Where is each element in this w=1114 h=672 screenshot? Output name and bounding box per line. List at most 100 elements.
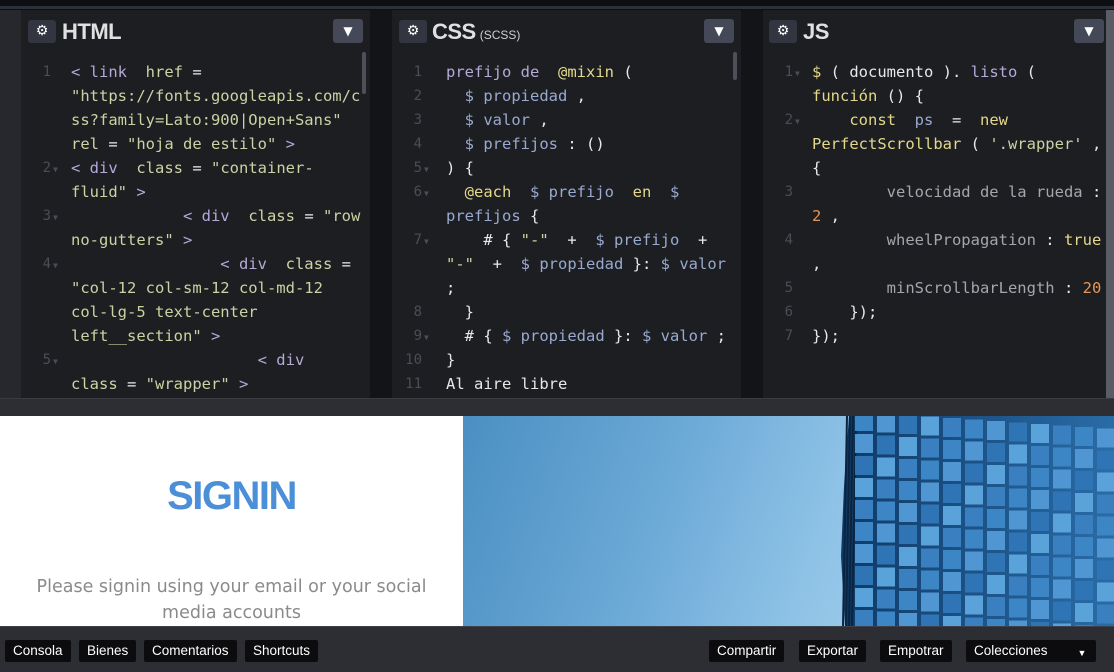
window-pane bbox=[1075, 427, 1093, 446]
code-token: $ bbox=[812, 63, 831, 81]
code-line: 2 , bbox=[812, 204, 840, 228]
chevron-down-icon[interactable]: ▼ bbox=[333, 19, 363, 43]
window-pane bbox=[1009, 488, 1027, 508]
code-token: ( bbox=[830, 63, 850, 81]
collections-dropdown[interactable]: Colecciones ▼ bbox=[966, 640, 1096, 662]
fold-arrow-icon[interactable]: ▼ bbox=[795, 62, 800, 86]
fold-arrow-icon[interactable]: ▼ bbox=[53, 206, 58, 230]
right-scrollbar[interactable] bbox=[1106, 10, 1114, 398]
window-pane bbox=[1009, 554, 1027, 574]
window-pane bbox=[987, 509, 1005, 528]
line-number: 2 bbox=[413, 88, 422, 104]
code-token: class bbox=[71, 375, 127, 393]
window-pane bbox=[1009, 532, 1027, 552]
console-button[interactable]: Consola bbox=[5, 640, 71, 662]
window-pane bbox=[1097, 604, 1114, 624]
code-token: < div bbox=[71, 351, 305, 369]
code-token: minScrollbarLength bbox=[812, 279, 1064, 297]
window-pane bbox=[965, 463, 983, 483]
code-token: "container- bbox=[211, 159, 314, 177]
fold-arrow-icon[interactable]: ▼ bbox=[53, 158, 58, 182]
export-button[interactable]: Exportar bbox=[799, 640, 867, 662]
line-number: 8 bbox=[413, 304, 422, 320]
code-line: PerfectScrollbar ( '.wrapper' , bbox=[812, 132, 1101, 156]
line-number: 3 bbox=[42, 208, 51, 224]
window-pane bbox=[987, 421, 1005, 440]
comments-button[interactable]: Comentarios bbox=[144, 640, 237, 662]
line-number: 6 bbox=[413, 184, 422, 200]
chevron-down-icon[interactable]: ▼ bbox=[704, 19, 734, 43]
chevron-down-icon[interactable]: ▼ bbox=[1074, 19, 1104, 43]
code-line: ) { bbox=[446, 156, 474, 180]
fold-arrow-icon[interactable]: ▼ bbox=[424, 182, 429, 206]
code-token: class bbox=[238, 207, 305, 225]
window-pane bbox=[1097, 516, 1114, 536]
window-pane bbox=[1097, 582, 1114, 602]
window-pane bbox=[855, 416, 873, 431]
gear-icon[interactable]: ⚙ bbox=[399, 20, 427, 43]
code-token: ( bbox=[1026, 63, 1037, 81]
window-pane bbox=[1075, 603, 1093, 622]
code-token: col-lg-5 text-center bbox=[71, 303, 258, 321]
code-token: const bbox=[812, 111, 906, 129]
gear-icon[interactable]: ⚙ bbox=[28, 20, 56, 43]
line-number: 1 bbox=[784, 64, 793, 80]
html-code-editor[interactable]: 1 < link href = "https://fonts.googleapis… bbox=[21, 60, 370, 398]
window-pane bbox=[1053, 557, 1071, 577]
code-token: + bbox=[688, 231, 708, 249]
window-pane bbox=[921, 416, 939, 436]
code-token: : () bbox=[567, 135, 605, 153]
shortcuts-button[interactable]: Shortcuts bbox=[245, 640, 319, 662]
html-panel: ⚙ HTML ▼ 1 < link href = "https://fonts.g… bbox=[21, 10, 370, 398]
code-token: ps bbox=[905, 111, 943, 129]
window-pane bbox=[1031, 468, 1049, 487]
code-token: función bbox=[812, 87, 887, 105]
window-pane bbox=[965, 617, 983, 626]
fold-arrow-icon[interactable]: ▼ bbox=[53, 254, 58, 278]
gear-icon[interactable]: ⚙ bbox=[769, 20, 797, 43]
fold-arrow-icon[interactable]: ▼ bbox=[53, 350, 58, 374]
window-pane bbox=[899, 569, 917, 588]
code-token: , bbox=[539, 111, 549, 129]
window-pane bbox=[1031, 512, 1049, 531]
css-scrollbar[interactable] bbox=[733, 52, 737, 80]
code-line: const ps = new bbox=[812, 108, 1008, 132]
fold-arrow-icon[interactable]: ▼ bbox=[424, 230, 429, 254]
line-number: 5 bbox=[784, 280, 793, 296]
window-pane bbox=[943, 418, 961, 437]
code-token: 2 bbox=[812, 207, 831, 225]
window-pane bbox=[1097, 472, 1114, 492]
share-button[interactable]: Compartir bbox=[709, 640, 785, 662]
window-pane bbox=[943, 462, 961, 481]
collections-label: Colecciones bbox=[974, 643, 1048, 658]
code-token: $ prefijo bbox=[520, 183, 624, 201]
css-code-editor[interactable]: 1 prefijo de @mixin (2 $ propiedad ,3 $ v… bbox=[392, 60, 741, 398]
code-token: ; bbox=[446, 279, 456, 297]
embed-button[interactable]: Empotrar bbox=[880, 640, 952, 662]
code-token: , bbox=[812, 255, 822, 273]
window-pane bbox=[1053, 535, 1071, 555]
fold-arrow-icon[interactable]: ▼ bbox=[424, 326, 429, 350]
code-line: ; bbox=[446, 276, 455, 300]
code-line: minScrollbarLength : 20 bbox=[812, 276, 1102, 300]
code-token: "https://fonts.googleapis.com/c bbox=[71, 87, 361, 105]
code-token: ). bbox=[942, 63, 971, 81]
window-pane bbox=[855, 522, 873, 541]
code-line: $ valor , bbox=[446, 108, 549, 132]
code-line: , bbox=[812, 252, 821, 276]
window-pane bbox=[1031, 556, 1049, 575]
html-scrollbar[interactable] bbox=[362, 52, 366, 94]
fold-arrow-icon[interactable]: ▼ bbox=[795, 110, 800, 134]
js-code-editor[interactable]: 1 ▼ $ ( documento ). listo (función () {2 ▼… bbox=[763, 60, 1106, 398]
assets-button[interactable]: Bienes bbox=[79, 640, 137, 662]
window-pane bbox=[1053, 579, 1071, 599]
code-token: listo bbox=[970, 63, 1027, 81]
code-line: fluid" > bbox=[71, 180, 146, 204]
fold-arrow-icon[interactable]: ▼ bbox=[424, 158, 429, 182]
window-pane bbox=[987, 465, 1005, 484]
js-panel: ⚙ JS ▼ 1 ▼ $ ( documento ). listo (función… bbox=[763, 10, 1106, 398]
resize-divider[interactable] bbox=[0, 398, 1114, 416]
code-token: ( bbox=[623, 63, 633, 81]
code-token: + bbox=[483, 255, 512, 273]
code-token: , bbox=[576, 87, 586, 105]
